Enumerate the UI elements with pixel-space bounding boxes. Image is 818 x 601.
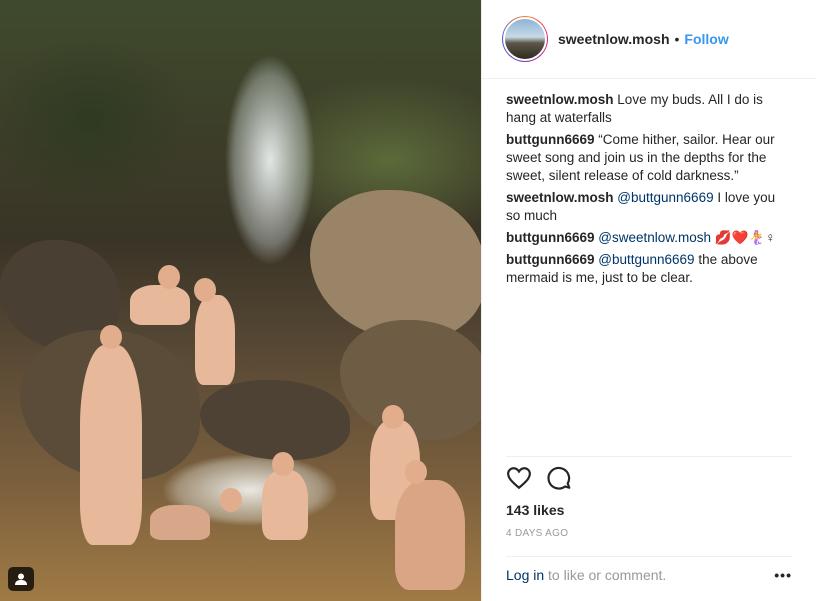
post-sidebar: sweetnlow.mosh • Follow sweetnlow.mosh L… <box>481 0 816 601</box>
photo-rock <box>340 320 481 440</box>
more-options-icon[interactable]: ••• <box>774 567 792 583</box>
separator-dot: • <box>674 31 680 47</box>
divider <box>506 456 792 457</box>
photo-person-head <box>382 405 404 429</box>
comment-mention[interactable]: @sweetnlow.mosh <box>598 230 711 245</box>
photo-person-head <box>405 460 427 484</box>
photo-person-head <box>100 325 122 349</box>
heart-icon[interactable] <box>506 465 532 491</box>
photo-person <box>150 505 210 540</box>
photo-person <box>130 285 190 325</box>
post-timestamp: 4 DAYS AGO <box>506 528 569 539</box>
avatar[interactable] <box>502 16 548 62</box>
photo-person-head <box>194 278 216 302</box>
tagged-users-button[interactable] <box>8 567 34 591</box>
comment-mention[interactable]: @buttgunn6669 <box>598 252 694 267</box>
comment-username[interactable]: sweetnlow.mosh <box>506 92 614 107</box>
comment-item: buttgunn6669 “Come hither, sailor. Hear … <box>506 131 792 185</box>
login-suffix: to like or comment. <box>548 567 667 583</box>
comment-list: sweetnlow.mosh Love my buds. All I do is… <box>482 79 816 287</box>
post-header: sweetnlow.mosh • Follow <box>482 0 816 79</box>
login-link[interactable]: Log in <box>506 567 544 583</box>
photo-person <box>262 470 308 540</box>
comment-item: buttgunn6669 @sweetnlow.mosh 💋❤️🧜‍♀️♀ <box>506 229 792 247</box>
comment-item: sweetnlow.mosh Love my buds. All I do is… <box>506 91 792 127</box>
like-count[interactable]: 143 likes <box>506 502 564 518</box>
photo-rock <box>200 380 350 460</box>
comment-item: sweetnlow.mosh @buttgunn6669 I love you … <box>506 189 792 225</box>
photo-person-head <box>272 452 294 476</box>
comment-mention[interactable]: @buttgunn6669 <box>617 190 713 205</box>
post-photo[interactable] <box>0 0 481 601</box>
comment-username[interactable]: sweetnlow.mosh <box>506 190 614 205</box>
comment-username[interactable]: buttgunn6669 <box>506 252 595 267</box>
avatar-image <box>503 17 547 61</box>
photo-person <box>395 480 465 590</box>
post-footer: Log in to like or comment. ••• <box>506 556 792 593</box>
comment-username[interactable]: buttgunn6669 <box>506 132 595 147</box>
user-tag-icon <box>15 573 27 585</box>
post-actions <box>506 465 572 491</box>
photo-person-head <box>220 488 242 512</box>
comment-emoji: 💋❤️🧜‍♀️♀ <box>714 230 776 245</box>
comment-username[interactable]: buttgunn6669 <box>506 230 595 245</box>
photo-person <box>195 295 235 385</box>
follow-button[interactable]: Follow <box>684 31 728 47</box>
instagram-post: sweetnlow.mosh • Follow sweetnlow.mosh L… <box>0 0 818 601</box>
photo-person-head <box>158 265 180 289</box>
login-prompt: Log in to like or comment. <box>506 567 666 583</box>
comment-item: buttgunn6669 @buttgunn6669 the above mer… <box>506 251 792 287</box>
photo-rock <box>310 190 481 340</box>
username-link[interactable]: sweetnlow.mosh <box>558 31 670 47</box>
comment-icon[interactable] <box>546 465 572 491</box>
photo-person <box>80 345 142 545</box>
